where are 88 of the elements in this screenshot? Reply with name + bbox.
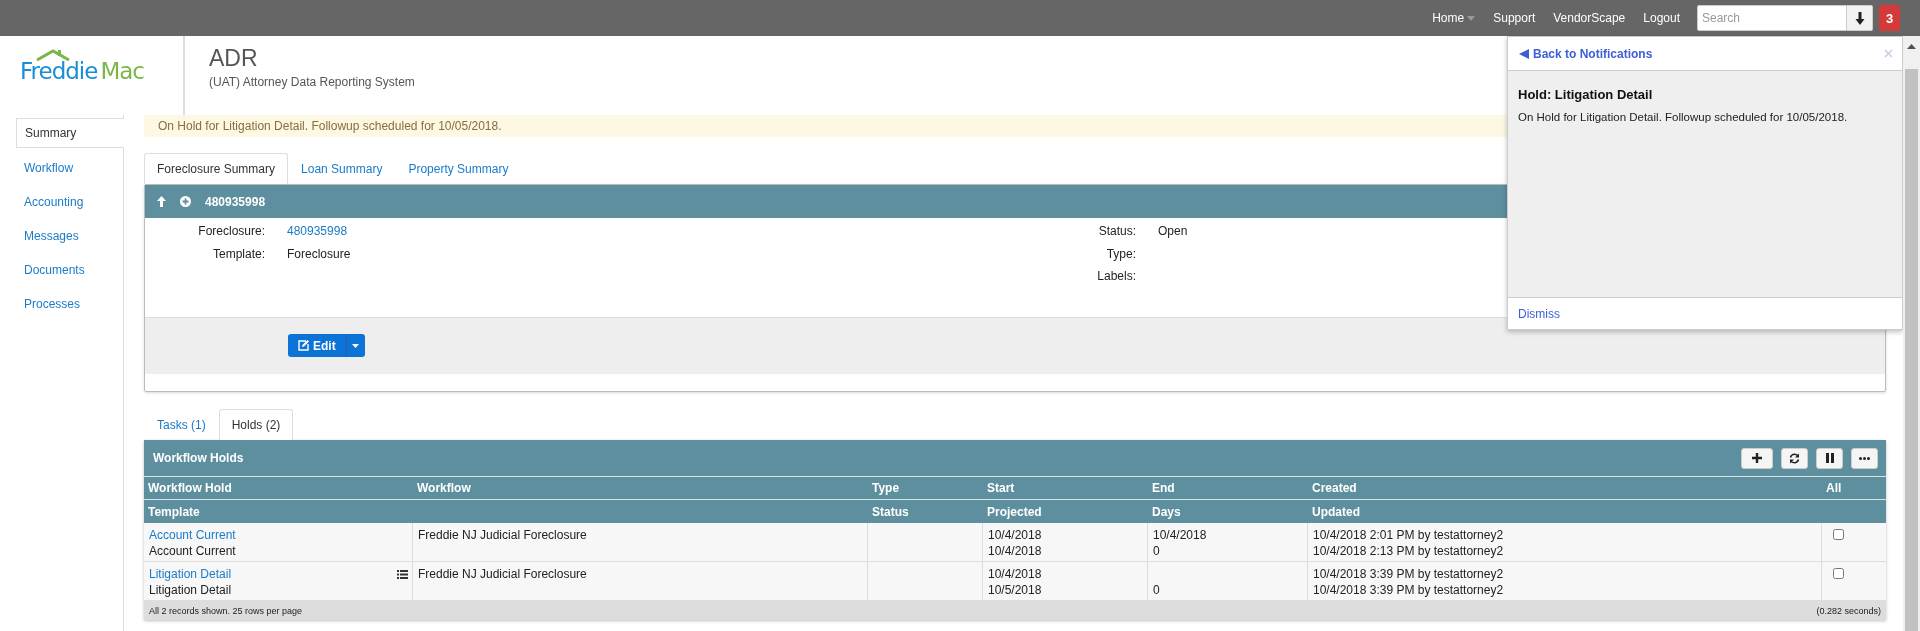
add-button[interactable] (1741, 447, 1773, 469)
table-cell: 10/4/2018 2:13 PM by testattorney2 (1313, 544, 1504, 558)
up-arrow-icon[interactable] (157, 196, 166, 207)
column-header: Days (1152, 504, 1181, 519)
ellipsis-icon (1859, 456, 1870, 460)
table-cell: 10/4/2018 2:01 PM by testattorney2 (1313, 528, 1504, 542)
field-label: Status: (1097, 224, 1136, 238)
hold-link[interactable]: Account Current (149, 528, 236, 542)
plus-circle-icon[interactable] (180, 196, 191, 207)
column-header: Created (1312, 481, 1357, 495)
sidebar-item[interactable]: Workflow (16, 151, 123, 185)
column-header: Workflow Hold (148, 481, 232, 495)
column-header: Status (872, 504, 909, 519)
scrollbar[interactable] (1903, 36, 1920, 631)
table-cell: 0 (1153, 583, 1160, 597)
field-label: Type: (1105, 247, 1136, 261)
notification-badge[interactable]: 3 (1879, 5, 1900, 31)
refresh-icon (1789, 452, 1800, 464)
column-header: Type (872, 481, 900, 495)
field-value: Open (1158, 224, 1188, 238)
query-time: (0.282 seconds) (1816, 605, 1881, 616)
table-title: Workflow Holds (153, 451, 244, 465)
field-label: Template: (211, 247, 265, 261)
down-arrow-icon (1854, 11, 1865, 25)
row-checkbox[interactable] (1833, 568, 1844, 579)
plus-icon (1752, 453, 1762, 463)
sidebar-item[interactable]: Processes (16, 287, 123, 321)
edit-button[interactable]: Edit (288, 334, 346, 357)
nav-link[interactable]: Logout (1634, 11, 1689, 25)
field-label: Labels: (1096, 269, 1136, 283)
roof-icon (36, 49, 70, 61)
table-cell: 10/4/2018 3:39 PM by testattorney2 (1313, 583, 1504, 597)
field-link[interactable]: 480935998 (287, 224, 348, 238)
download-button[interactable] (1847, 5, 1873, 31)
alert-message: On Hold for Litigation Detail. Followup scheduled for 10/05/2018. (158, 119, 502, 133)
notification-title: Hold: Litigation Detail (1518, 87, 1654, 102)
sidebar-item[interactable]: Accounting (16, 185, 123, 219)
list-icon[interactable] (397, 569, 408, 579)
nav-link[interactable]: Home (1423, 11, 1485, 25)
column-header: End (1152, 481, 1175, 495)
nav-link[interactable]: VendorScape (1544, 11, 1635, 25)
column-header: Projected (987, 504, 1042, 519)
left-triangle-icon (1519, 48, 1529, 59)
column-header: Workflow (417, 481, 471, 495)
sidebar-item[interactable]: Summary (16, 118, 124, 148)
table-cell: 10/4/2018 (988, 567, 1042, 581)
app-title: ADR (209, 45, 259, 72)
column-header: Template (148, 504, 200, 519)
column-header: Start (987, 481, 1015, 495)
field-label: Foreclosure: (197, 224, 265, 238)
table-cell: 10/4/2018 3:39 PM by testattorney2 (1313, 567, 1504, 581)
pause-icon (1825, 453, 1834, 463)
tab[interactable]: Tasks (1) (144, 409, 219, 440)
tab[interactable]: Property Summary (395, 153, 522, 184)
pencil-icon (298, 340, 309, 351)
logo-text: FreddieMac (20, 58, 144, 84)
column-header: All (1826, 481, 1842, 495)
table-cell: 10/5/2018 (988, 583, 1042, 597)
search-field[interactable]: Search (1697, 5, 1847, 31)
sidebar-item[interactable]: Documents (16, 253, 123, 287)
table-cell: 10/4/2018 (988, 544, 1042, 558)
refresh-button[interactable] (1781, 447, 1808, 469)
app-subtitle: (UAT) Attorney Data Reporting System (209, 75, 415, 89)
notification-message: On Hold for Litigation Detail. Followup scheduled for 10/05/2018. (1518, 111, 1849, 123)
pause-button[interactable] (1816, 447, 1843, 469)
table-cell: 0 (1153, 544, 1160, 558)
table-cell: Freddie NJ Judicial Foreclosure (418, 567, 587, 581)
records-summary: All 2 records shown. 25 rows per page (149, 605, 303, 616)
table-cell: Account Current (149, 544, 236, 558)
table-cell: Litigation Detail (149, 583, 232, 597)
tab[interactable]: Loan Summary (288, 153, 396, 184)
table-cell: Freddie NJ Judicial Foreclosure (418, 528, 587, 542)
dismiss-link[interactable]: Dismiss (1518, 306, 1560, 321)
tab[interactable]: Foreclosure Summary (144, 153, 289, 184)
back-link[interactable]: Back to Notifications (1519, 46, 1653, 61)
table-cell: 10/4/2018 (988, 528, 1042, 542)
row-checkbox[interactable] (1833, 529, 1844, 540)
more-button[interactable] (1851, 447, 1878, 469)
up-arrow-icon[interactable] (1907, 44, 1916, 49)
caret-icon (352, 343, 360, 348)
hold-link[interactable]: Litigation Detail (149, 567, 232, 581)
record-title: 480935998 (205, 194, 266, 209)
sidebar-item[interactable]: Messages (16, 219, 123, 253)
table-cell: 10/4/2018 (1153, 528, 1207, 542)
nav-link[interactable]: Support (1484, 11, 1545, 25)
column-header: Updated (1312, 504, 1360, 519)
tab[interactable]: Holds (2) (218, 409, 294, 440)
field-value: Foreclosure (287, 247, 351, 261)
